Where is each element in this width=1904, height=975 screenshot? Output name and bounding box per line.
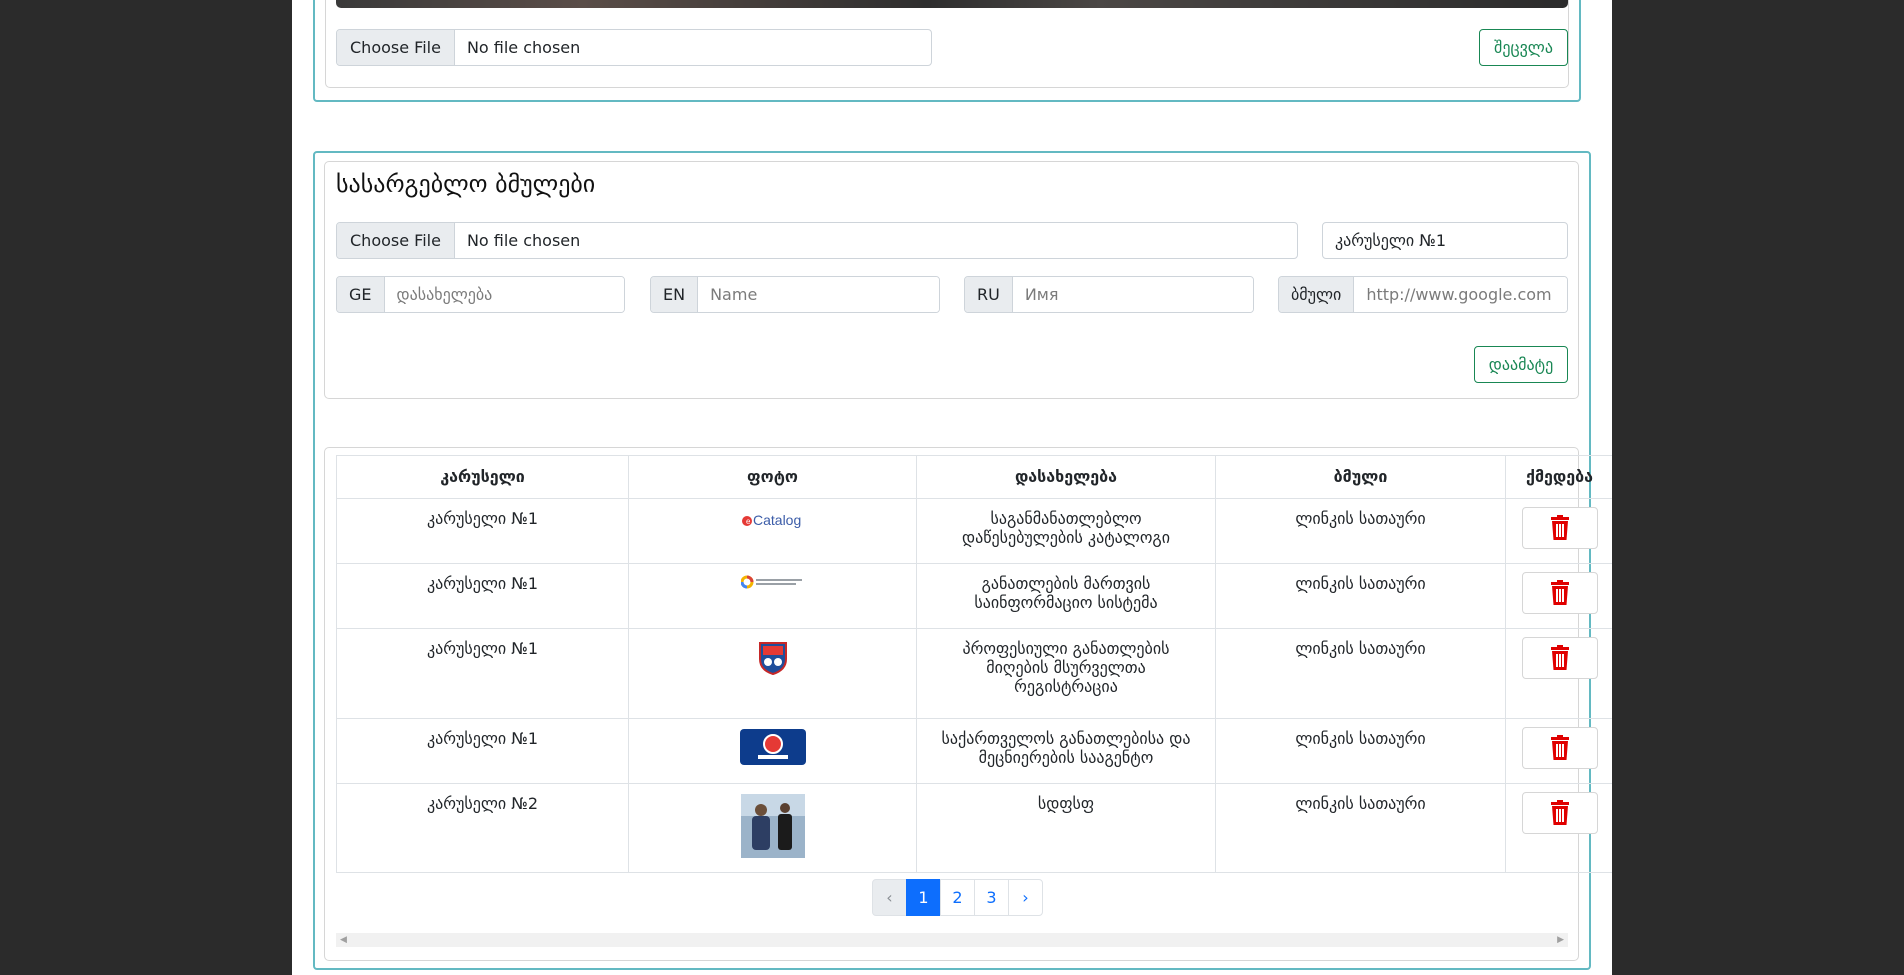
cell-name: სდფსფ bbox=[916, 783, 1216, 873]
top-file-input[interactable]: Choose File No file chosen bbox=[336, 29, 932, 66]
cell-carousel: კარუსელი №1 bbox=[336, 718, 629, 784]
table-header-row: კარუსელი ფოტო დასახელება ბმული ქმედება bbox=[336, 455, 1612, 499]
header-carousel: კარუსელი bbox=[336, 455, 629, 499]
delete-button[interactable] bbox=[1521, 507, 1598, 549]
table-row: კარუსელი №1 საქართველოს განათლებისა და მე… bbox=[336, 718, 1612, 784]
trash-icon bbox=[1550, 645, 1569, 670]
cell-link: ლინკის სათაური bbox=[1215, 628, 1506, 719]
table-row: კარუსელი №1 განათლების მართვის საინფორმაც… bbox=[336, 563, 1612, 629]
header-link: ბმული bbox=[1215, 455, 1506, 499]
file-status: No file chosen bbox=[466, 38, 581, 57]
change-button[interactable]: შეცვლა bbox=[1479, 29, 1568, 66]
header-name: დასახელება bbox=[916, 455, 1216, 499]
pagination-next[interactable]: › bbox=[1008, 879, 1043, 916]
link-label: ბმული bbox=[1279, 277, 1355, 312]
ecatalog-logo-icon: e Catalog bbox=[740, 509, 806, 535]
naec-logo-icon bbox=[739, 729, 806, 769]
trash-icon bbox=[1550, 735, 1569, 760]
ru-name-input[interactable] bbox=[1012, 277, 1253, 312]
cell-photo bbox=[628, 628, 917, 719]
cell-name: საგანმანათლებლო დაწესებულების კატალოგი bbox=[916, 498, 1216, 564]
ge-label: GE bbox=[337, 277, 385, 312]
en-name-group: EN bbox=[650, 276, 940, 313]
cell-name: განათლების მართვის საინფორმაციო სისტემა bbox=[916, 563, 1216, 629]
trash-icon bbox=[1550, 580, 1569, 605]
cell-carousel: კარუსელი №2 bbox=[336, 783, 629, 873]
ge-name-input[interactable] bbox=[384, 277, 624, 312]
emis-logo-icon bbox=[740, 574, 805, 594]
cell-link: ლინკის სათაური bbox=[1215, 783, 1506, 873]
hero-image bbox=[336, 0, 1568, 8]
carousel-select[interactable]: კარუსელი №1 bbox=[1322, 222, 1568, 259]
trash-icon bbox=[1550, 515, 1569, 540]
delete-button[interactable] bbox=[1521, 727, 1598, 769]
choose-file-button[interactable]: Choose File bbox=[337, 223, 455, 258]
ru-name-group: RU bbox=[964, 276, 1254, 313]
logo-text: Catalog bbox=[753, 512, 801, 528]
add-button[interactable]: დაამატე bbox=[1474, 346, 1568, 383]
page-container: Choose File No file chosen შეცვლა სასარგ… bbox=[292, 0, 1612, 975]
ge-name-group: GE bbox=[336, 276, 625, 313]
cell-carousel: კარუსელი №1 bbox=[336, 498, 629, 564]
section-title: სასარგებლო ბმულები bbox=[336, 170, 596, 198]
delete-button[interactable] bbox=[1521, 792, 1598, 834]
crest-logo-icon bbox=[756, 639, 790, 679]
cell-action bbox=[1505, 628, 1612, 719]
table-row: კარუსელი №2 სდფსფ ლინკის სათაური bbox=[336, 783, 1612, 873]
scroll-left-icon[interactable]: ◀ bbox=[340, 935, 347, 945]
cell-name: საქართველოს განათლებისა და მეცნიერების სა… bbox=[916, 718, 1216, 784]
pagination-page-3[interactable]: 3 bbox=[974, 879, 1009, 916]
en-label: EN bbox=[651, 277, 699, 312]
header-photo: ფოტო bbox=[628, 455, 917, 499]
pagination: ‹ 1 2 3 › bbox=[872, 879, 1043, 916]
people-photo-icon bbox=[740, 794, 805, 862]
cell-carousel: კარუსელი №1 bbox=[336, 563, 629, 629]
horizontal-scrollbar[interactable]: ◀ ▶ bbox=[336, 933, 1568, 947]
cell-carousel: კარუსელი №1 bbox=[336, 628, 629, 719]
cell-link: ლინკის სათაური bbox=[1215, 718, 1506, 784]
scroll-right-icon[interactable]: ▶ bbox=[1557, 935, 1564, 945]
cell-action bbox=[1505, 563, 1612, 629]
cell-action bbox=[1505, 783, 1612, 873]
pagination-page-2[interactable]: 2 bbox=[940, 879, 975, 916]
header-action: ქმედება bbox=[1505, 455, 1612, 499]
pagination-page-1[interactable]: 1 bbox=[906, 879, 941, 916]
cell-link: ლინკის სათაური bbox=[1215, 563, 1506, 629]
en-name-input[interactable] bbox=[698, 277, 939, 312]
link-input[interactable] bbox=[1354, 277, 1567, 312]
table-row: კარუსელი №1 e Catalog საგანმანათლებლო დაწ… bbox=[336, 498, 1612, 564]
links-table: კარუსელი ფოტო დასახელება ბმული ქმედება კ… bbox=[336, 455, 1612, 873]
cell-name: პროფესიული განათლების მიღების მსურველთა რე… bbox=[916, 628, 1216, 719]
table-row: კარუსელი №1 პროფესიული განათლების მიღების… bbox=[336, 628, 1612, 719]
cell-photo bbox=[628, 718, 917, 784]
choose-file-button[interactable]: Choose File bbox=[337, 30, 455, 65]
cell-action bbox=[1505, 718, 1612, 784]
delete-button[interactable] bbox=[1521, 637, 1598, 679]
cell-photo bbox=[628, 783, 917, 873]
file-status: No file chosen bbox=[466, 231, 581, 250]
cell-photo: e Catalog bbox=[628, 498, 917, 564]
delete-button[interactable] bbox=[1521, 572, 1598, 614]
cell-link: ლინკის სათაური bbox=[1215, 498, 1506, 564]
svg-text:e: e bbox=[746, 517, 751, 526]
link-group: ბმული bbox=[1278, 276, 1568, 313]
pagination-prev[interactable]: ‹ bbox=[872, 879, 907, 916]
cell-action bbox=[1505, 498, 1612, 564]
cell-photo bbox=[628, 563, 917, 629]
links-file-input[interactable]: Choose File No file chosen bbox=[336, 222, 1298, 259]
ru-label: RU bbox=[965, 277, 1013, 312]
trash-icon bbox=[1550, 800, 1569, 825]
